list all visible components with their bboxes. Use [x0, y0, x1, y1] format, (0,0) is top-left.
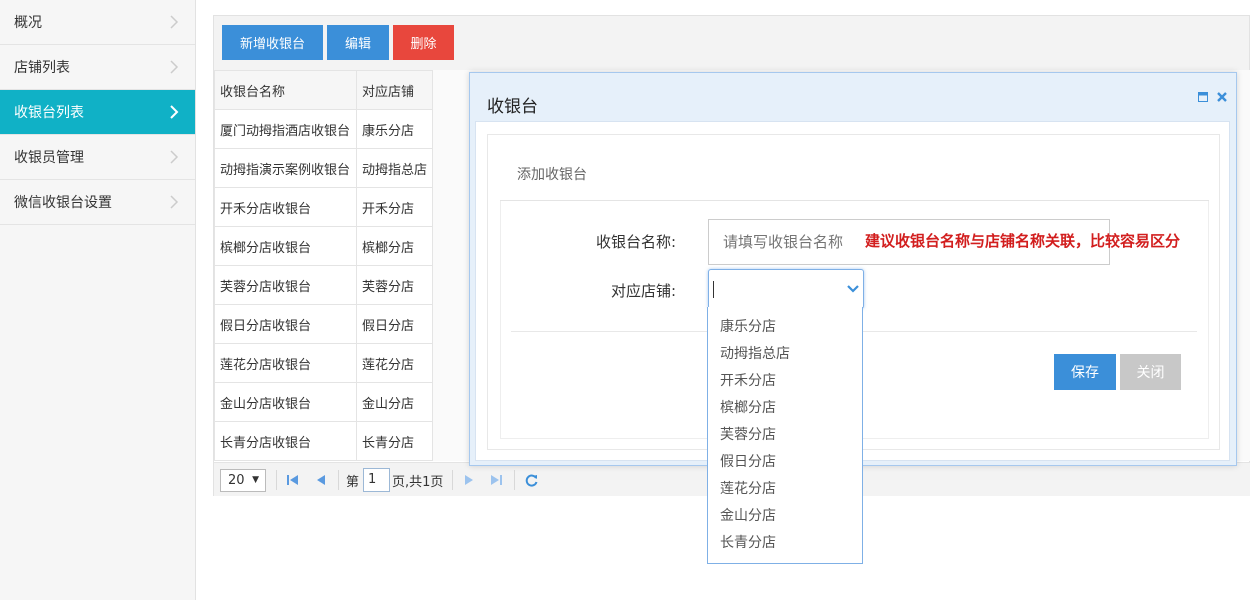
sidebar-item-label: 收银台列表 [14, 105, 84, 121]
delete-button[interactable]: 删除 [393, 25, 454, 60]
page-size-value: 20 [228, 473, 245, 488]
column-header-cashier-name[interactable]: 收银台名称 [214, 70, 357, 110]
cell-store: 芙蓉分店 [356, 265, 433, 305]
sidebar-item-label: 店铺列表 [14, 60, 70, 76]
cell-store: 开禾分店 [356, 187, 433, 227]
table-row[interactable]: 金山分店收银台 金山分店 [214, 382, 433, 422]
dropdown-option[interactable]: 开禾分店 [708, 368, 862, 395]
dropdown-option[interactable]: 动拇指总店 [708, 341, 862, 368]
dropdown-option[interactable]: 康乐分店 [708, 314, 862, 341]
cashier-table: 收银台名称 对应店铺 厦门动拇指酒店收银台 康乐分店 动拇指演示案例收银台 动拇指总… [214, 70, 433, 461]
column-header-store[interactable]: 对应店铺 [356, 70, 433, 110]
table-row[interactable]: 动拇指演示案例收银台 动拇指总店 [214, 148, 433, 188]
pager-separator [338, 470, 339, 490]
dropdown-option[interactable]: 芙蓉分店 [708, 422, 862, 449]
cell-store: 莲花分店 [356, 343, 433, 383]
cell-cashier-name: 长青分店收银台 [214, 421, 357, 461]
cashier-name-hint: 建议收银台名称与店铺名称关联，比较容易区分 [865, 232, 1181, 250]
sidebar-item-label: 收银员管理 [14, 150, 84, 166]
edit-button[interactable]: 编辑 [327, 25, 389, 60]
pager-separator [514, 470, 515, 490]
cell-cashier-name: 厦门动拇指酒店收银台 [214, 109, 357, 149]
cell-store: 康乐分店 [356, 109, 433, 149]
maximize-icon[interactable] [1198, 92, 1208, 102]
cell-store: 假日分店 [356, 304, 433, 344]
chevron-right-icon [170, 195, 179, 209]
chevron-right-icon [170, 15, 179, 29]
table-row[interactable]: 厦门动拇指酒店收银台 康乐分店 [214, 109, 433, 149]
store-dropdown-list: 康乐分店 动拇指总店 开禾分店 槟榔分店 芙蓉分店 假日分店 莲花分店 金山分店… [707, 307, 863, 564]
toolbar: 新增收银台 编辑 删除 [214, 16, 1249, 71]
dropdown-option[interactable]: 莲花分店 [708, 476, 862, 503]
prev-page-icon[interactable] [314, 472, 328, 488]
table-row[interactable]: 长青分店收银台 长青分店 [214, 421, 433, 461]
next-page-icon[interactable] [462, 472, 476, 488]
dropdown-option[interactable]: 长青分店 [708, 530, 862, 557]
cell-cashier-name: 动拇指演示案例收银台 [214, 148, 357, 188]
table-row[interactable]: 槟榔分店收银台 槟榔分店 [214, 226, 433, 266]
sidebar-item-label: 概况 [14, 15, 42, 31]
cashier-name-label: 收银台名称: [595, 233, 676, 251]
last-page-icon[interactable] [489, 472, 503, 488]
cell-cashier-name: 槟榔分店收银台 [214, 226, 357, 266]
table-header-row: 收银台名称 对应店铺 [214, 70, 433, 110]
cell-cashier-name: 金山分店收银台 [214, 382, 357, 422]
pager-separator [276, 470, 277, 490]
refresh-icon[interactable] [525, 472, 539, 488]
cell-store: 槟榔分店 [356, 226, 433, 266]
sidebar-item-store-list[interactable]: 店铺列表 [0, 45, 195, 90]
table-row[interactable]: 莲花分店收银台 莲花分店 [214, 343, 433, 383]
store-select[interactable] [708, 269, 864, 309]
dialog-title: 收银台 [487, 97, 538, 117]
chevron-down-icon [847, 285, 859, 293]
page-total: 页,共1页 [392, 475, 444, 490]
cell-store: 长青分店 [356, 421, 433, 461]
dropdown-option[interactable]: 假日分店 [708, 449, 862, 476]
page-number-input[interactable]: 1 [363, 468, 390, 492]
sidebar: 概况 店铺列表 收银台列表 收银员管理 微信收银台设置 [0, 0, 196, 600]
text-caret [713, 281, 714, 298]
table-row[interactable]: 芙蓉分店收银台 芙蓉分店 [214, 265, 433, 305]
sidebar-item-label: 微信收银台设置 [14, 195, 112, 211]
close-button[interactable]: 关闭 [1120, 354, 1181, 390]
page-prefix: 第 [346, 475, 360, 490]
cell-cashier-name: 芙蓉分店收银台 [214, 265, 357, 305]
chevron-right-icon [170, 105, 179, 119]
cell-cashier-name: 开禾分店收银台 [214, 187, 357, 227]
cell-store: 动拇指总店 [356, 148, 433, 188]
sidebar-item-cashier-list[interactable]: 收银台列表 [0, 90, 195, 135]
store-label: 对应店铺: [610, 282, 676, 300]
cell-cashier-name: 假日分店收银台 [214, 304, 357, 344]
page-size-select[interactable]: 20 ▼ [220, 469, 266, 492]
sidebar-item-wechat-cashier-settings[interactable]: 微信收银台设置 [0, 180, 195, 225]
table-row[interactable]: 假日分店收银台 假日分店 [214, 304, 433, 344]
save-button[interactable]: 保存 [1054, 354, 1116, 390]
dropdown-arrow-icon: ▼ [252, 475, 259, 485]
cell-cashier-name: 莲花分店收银台 [214, 343, 357, 383]
dropdown-option[interactable]: 槟榔分店 [708, 395, 862, 422]
close-icon[interactable] [1216, 91, 1228, 103]
first-page-icon[interactable] [286, 472, 300, 488]
sidebar-item-overview[interactable]: 概况 [0, 0, 195, 45]
section-title: 添加收银台 [517, 167, 587, 183]
chevron-right-icon [170, 150, 179, 164]
cell-store: 金山分店 [356, 382, 433, 422]
chevron-right-icon [170, 60, 179, 74]
table-row[interactable]: 开禾分店收银台 开禾分店 [214, 187, 433, 227]
pager-separator [452, 470, 453, 490]
sidebar-item-cashier-staff[interactable]: 收银员管理 [0, 135, 195, 180]
add-cashier-button[interactable]: 新增收银台 [222, 25, 323, 60]
dropdown-option[interactable]: 金山分店 [708, 503, 862, 530]
